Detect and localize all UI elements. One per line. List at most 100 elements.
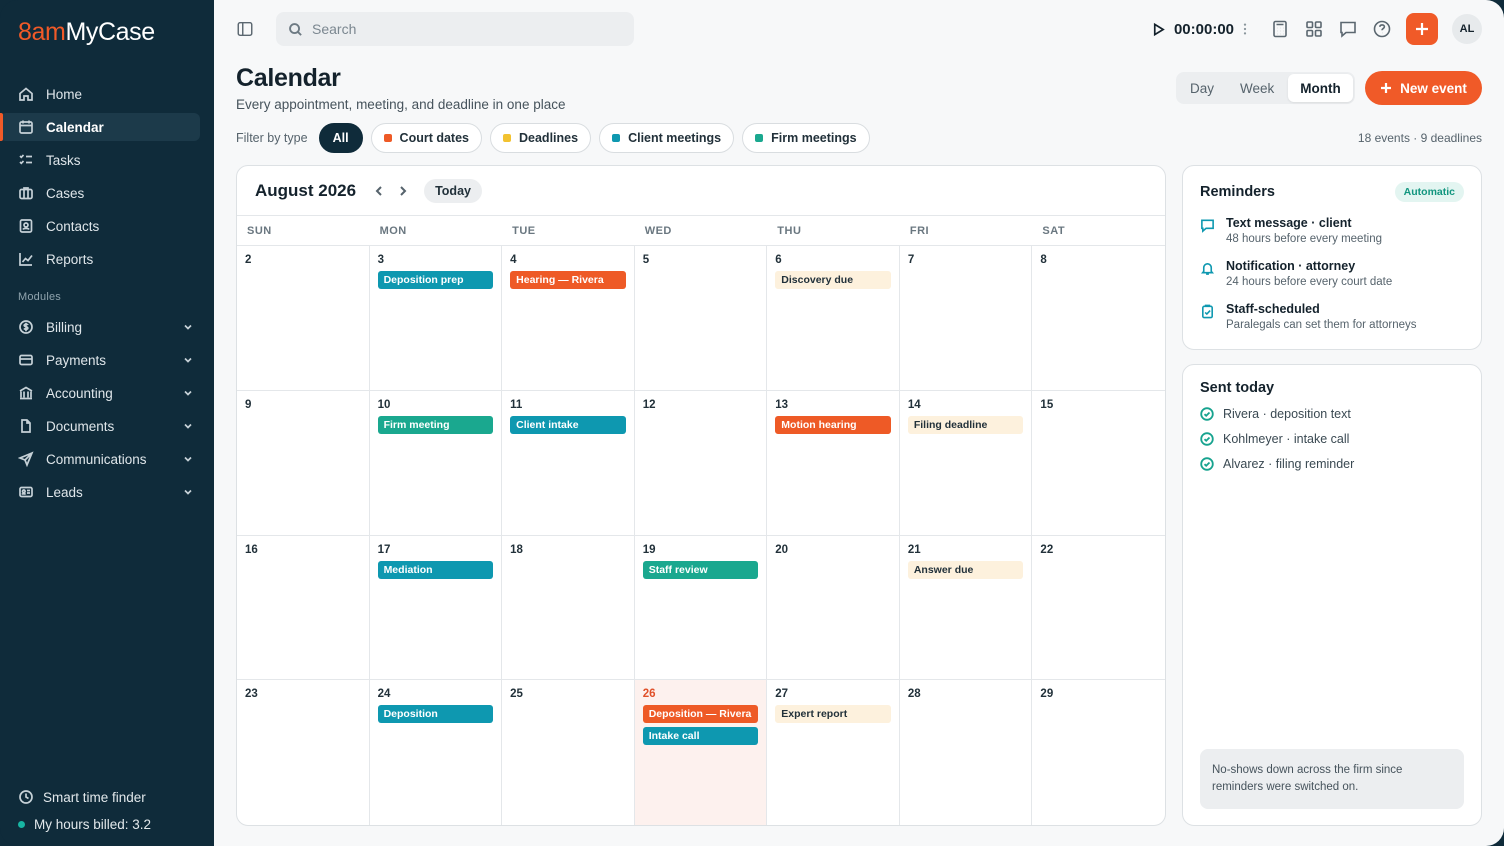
view-day-button[interactable]: Day [1178,74,1226,102]
view-month-button[interactable]: Month [1288,74,1353,102]
top-actions: 00:00:00 AL [1151,13,1482,45]
sidebar-item-home[interactable]: Home [14,80,200,108]
search-placeholder: Search [312,21,357,37]
sidebar-item-leads[interactable]: Leads [14,478,200,506]
chevron-right-icon[interactable] [396,184,410,198]
filter-deadlines-chip[interactable]: Deadlines [490,123,592,153]
reminder-title: Staff-scheduled [1226,302,1320,316]
day-cell[interactable]: 14 Filing deadline [899,391,1033,536]
weekday-label: SAT [1042,225,1066,237]
filter-firm-meetings-chip[interactable]: Firm meetings [742,123,870,153]
calendar-event[interactable]: Firm meeting [377,416,494,434]
filter-label: Filter by type [236,131,308,145]
calendar-event[interactable]: Staff review [642,561,759,579]
day-cell[interactable]: 28 [900,680,1033,825]
timer[interactable]: 00:00:00 [1151,21,1248,38]
reminder-item[interactable]: Staff-scheduled Paralegals can set them f… [1200,302,1464,331]
reminder-item[interactable]: Notification · attorney 24 hours before e… [1200,259,1464,288]
calendar-event[interactable]: Deposition [377,705,494,723]
calculator-icon[interactable] [1270,19,1290,39]
sidebar-item-accounting[interactable]: Accounting [14,379,200,407]
sidebar-item-reports[interactable]: Reports [14,245,200,273]
calendar-event[interactable]: Deposition prep [377,271,494,289]
chat-icon[interactable] [1338,19,1358,39]
day-cell[interactable]: 4 Hearing — Rivera [502,246,635,391]
sidebar-item-payments[interactable]: Payments [14,346,200,374]
day-cell[interactable]: 27 Expert report [767,680,900,825]
day-number: 15 [1040,399,1054,411]
sidebar-toggle-icon[interactable] [236,20,254,38]
day-cell[interactable]: 12 [634,391,768,536]
search-input[interactable]: Search [276,12,634,46]
day-cell[interactable]: 15 [1032,391,1165,536]
view-week-button[interactable]: Week [1228,74,1286,102]
calendar-event[interactable]: Filing deadline [907,416,1024,434]
calendar-event[interactable]: Mediation [377,561,494,579]
calendar-event[interactable]: Deposition — Rivera [642,705,759,723]
calendar-event[interactable]: Intake call [642,727,759,745]
sidebar-item-label: Payments [46,352,107,368]
help-icon[interactable] [1372,19,1392,39]
day-cell[interactable]: 3 Deposition prep [369,246,503,391]
sidebar-item-tasks[interactable]: Tasks [14,146,200,174]
sidebar-item-contacts[interactable]: Contacts [14,212,200,240]
sidebar-item-documents[interactable]: Documents [14,412,200,440]
sidebar-item-label: Accounting [46,385,113,401]
page-title: Calendar [236,64,341,92]
filter-court-dates-chip[interactable]: Court dates [370,123,482,153]
day-cell[interactable]: 11 Client intake [502,391,635,536]
day-cell[interactable]: 24 Deposition [370,680,503,825]
day-cell[interactable]: 9 [237,391,370,536]
day-cell[interactable]: 18 [502,536,635,680]
calendar-event[interactable]: Answer due [907,561,1024,579]
calendar-event[interactable]: Expert report [775,705,891,723]
day-cell[interactable]: 17 Mediation [369,536,503,680]
reminder-desc: Paralegals can set them for attorneys [1226,319,1417,331]
logo-suffix: MyCase [65,18,155,46]
sidebar-item-label: Leads [46,484,83,500]
day-cell[interactable]: 23 [237,680,370,825]
reminder-title: Notification · attorney [1226,259,1356,273]
today-button[interactable]: Today [424,178,482,203]
day-cell[interactable]: 19 Staff review [634,536,768,680]
day-cell[interactable]: 29 [1032,680,1165,825]
calendar-event[interactable]: Discovery due [775,271,891,289]
court-color-swatch [383,134,392,142]
sidebar-item-billing[interactable]: Billing [14,313,200,341]
filter-all-chip[interactable]: All [318,123,363,153]
day-cell[interactable]: 10 Firm meeting [369,391,503,536]
apps-grid-icon[interactable] [1304,19,1324,39]
sidebar-item-communications[interactable]: Communications [14,445,200,473]
smart-time-finder[interactable]: Smart time finder [18,789,200,805]
calendar-event[interactable]: Hearing — Rivera [510,271,626,289]
quick-add-button[interactable] [1406,13,1438,45]
day-cell[interactable]: 8 [1032,246,1165,391]
sidebar-item-cases[interactable]: Cases [14,179,200,207]
day-cell[interactable]: 13 Motion hearing [767,391,900,536]
day-cell[interactable]: 7 [899,246,1033,391]
day-cell[interactable]: 2 [237,246,370,391]
reminder-item[interactable]: Text message · client 48 hours before eve… [1200,216,1464,245]
day-cell[interactable]: 20 [767,536,900,680]
filter-client-meetings-chip[interactable]: Client meetings [599,123,735,153]
sidebar-item-label: Cases [46,185,85,201]
calendar-event[interactable]: Motion hearing [775,416,891,434]
day-cell[interactable]: 25 [502,680,635,825]
avatar[interactable]: AL [1452,14,1482,44]
day-cell[interactable]: 6 Discovery due [767,246,900,391]
weekday-label: MON [379,225,407,237]
chevron-left-icon[interactable] [372,184,386,198]
day-number: 2 [245,254,252,266]
day-number: 12 [642,399,656,411]
play-icon[interactable] [1151,22,1166,37]
day-cell[interactable]: 5 [634,246,768,391]
logo[interactable]: 8am MyCase [18,18,200,52]
more-vertical-icon[interactable] [1242,22,1248,36]
day-cell[interactable]: 16 [237,536,370,680]
new-event-button[interactable]: New event [1365,71,1482,105]
day-cell[interactable]: 21 Answer due [899,536,1033,680]
day-cell[interactable]: 22 [1032,536,1165,680]
day-cell[interactable]: 26 Deposition — Rivera Intake call [634,680,768,825]
calendar-event[interactable]: Client intake [510,416,626,434]
sidebar-item-calendar[interactable]: Calendar [0,113,200,141]
